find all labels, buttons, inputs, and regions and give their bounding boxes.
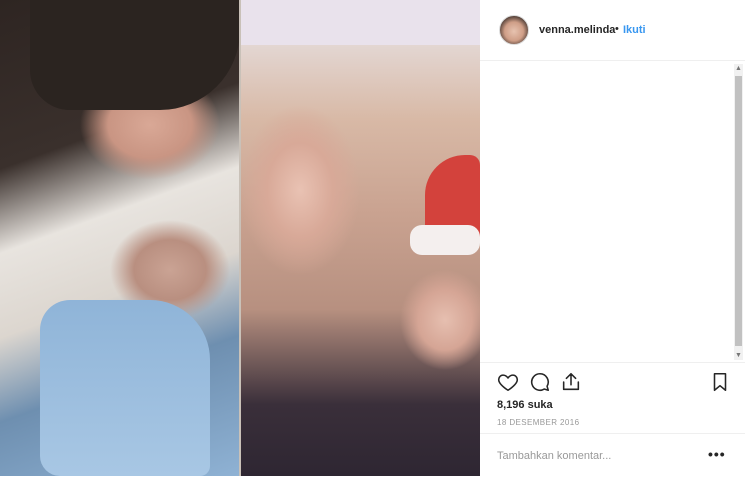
bookmark-icon[interactable] — [709, 371, 731, 393]
follow-button[interactable]: Ikuti — [623, 24, 646, 36]
photo-divider — [239, 0, 241, 476]
likes-number: 8,196 — [497, 399, 525, 411]
scroll-down-arrow-icon[interactable]: ▼ — [734, 351, 743, 360]
separator-dot: • — [615, 23, 619, 35]
likes-word: suka — [527, 399, 553, 411]
likes-count[interactable]: 8,196 suka — [497, 399, 553, 411]
more-options-icon[interactable]: ••• — [708, 446, 726, 462]
avatar[interactable] — [499, 15, 529, 45]
scroll-thumb[interactable] — [735, 76, 742, 346]
post-photo[interactable] — [0, 0, 480, 476]
comment-input[interactable] — [497, 448, 697, 464]
username-link[interactable]: venna.melinda — [539, 24, 615, 36]
comment-box: ••• — [480, 433, 745, 477]
heart-icon[interactable] — [497, 371, 519, 393]
post-sidebar: venna.melinda • Ikuti ▲ ▼ 8,196 suka 18 … — [480, 0, 745, 476]
photo-hat-trim — [410, 225, 480, 255]
photo-right-panel — [240, 0, 480, 476]
photo-left-panel — [0, 0, 240, 476]
comment-icon[interactable] — [529, 371, 551, 393]
action-bar — [480, 362, 745, 399]
post-date[interactable]: 18 DESEMBER 2016 — [497, 418, 579, 427]
scroll-up-arrow-icon[interactable]: ▲ — [734, 64, 743, 73]
post-header: venna.melinda • Ikuti — [480, 0, 745, 61]
photo-top-strip — [240, 0, 480, 45]
comments-area — [480, 61, 745, 361]
comments-scrollbar[interactable]: ▲ ▼ — [734, 64, 743, 360]
photo-blanket-shape — [40, 300, 210, 476]
photo-hair-shape — [30, 0, 240, 110]
share-icon[interactable] — [560, 371, 582, 393]
